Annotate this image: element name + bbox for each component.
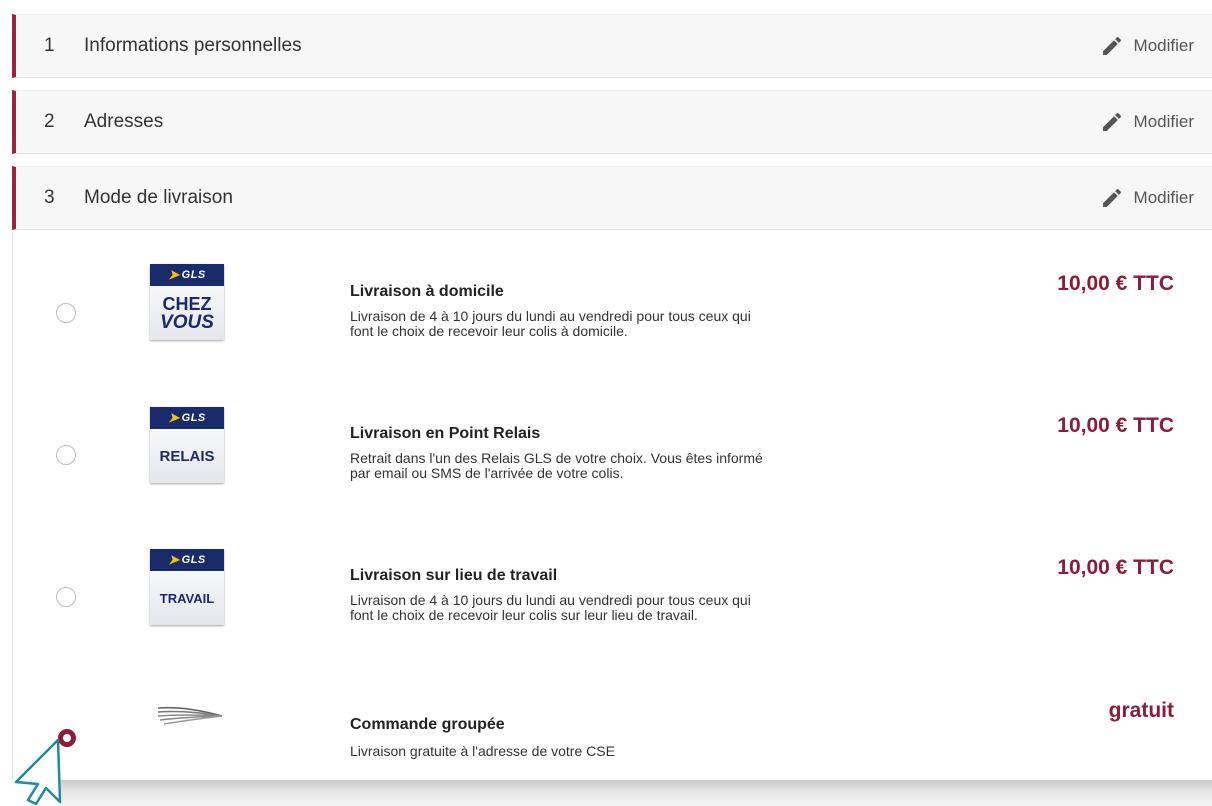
delivery-option-home[interactable]: ➤ GLS CHEZ VOUS Livraison à domicile Livr… <box>12 264 1212 364</box>
delivery-option-relay[interactable]: ➤ GLS RELAIS Livraison en Point Relais Re… <box>12 407 1212 507</box>
option-description: Livraison gratuite à l'adresse de votre … <box>350 743 615 759</box>
option-price: gratuit <box>1108 699 1174 722</box>
modify-label: Modifier <box>1133 112 1194 131</box>
mouse-pointer-icon <box>14 738 62 806</box>
gls-swoosh-icon: ➤ <box>168 552 180 567</box>
checkout-step-2: 2 Adresses Modifier <box>12 90 1212 154</box>
gls-travail-logo: ➤ GLS TRAVAIL <box>150 549 224 625</box>
modify-button[interactable]: Modifier <box>1100 186 1194 210</box>
step-title: Informations personnelles <box>84 35 302 56</box>
checkout-step-3: 3 Mode de livraison Modifier <box>12 166 1212 230</box>
delivery-radio[interactable] <box>56 587 76 607</box>
option-description: Retrait dans l'un des Relais GLS de votr… <box>350 450 763 481</box>
delivery-option-workplace[interactable]: ➤ GLS TRAVAIL Livraison sur lieu de trava… <box>12 549 1212 649</box>
step-number: 1 <box>44 35 55 56</box>
modify-button[interactable]: Modifier <box>1100 110 1194 134</box>
option-price: 10,00 € TTC <box>1057 272 1174 295</box>
modify-button[interactable]: Modifier <box>1100 34 1194 58</box>
delivery-radio[interactable] <box>56 303 76 323</box>
step-number: 2 <box>44 111 55 132</box>
gls-swoosh-icon: ➤ <box>168 267 180 282</box>
pencil-icon <box>1102 112 1121 131</box>
pencil-icon <box>1102 36 1121 55</box>
gls-relais-logo: ➤ GLS RELAIS <box>150 407 224 483</box>
modify-label: Modifier <box>1133 36 1194 55</box>
step-title: Adresses <box>84 111 164 132</box>
cse-logo-icon <box>157 706 223 725</box>
checkout-step-1: 1 Informations personnelles Modifier <box>12 14 1212 78</box>
option-title: Livraison en Point Relais <box>350 425 541 442</box>
gls-chez-vous-logo: ➤ GLS CHEZ VOUS <box>150 264 224 340</box>
pencil-icon <box>1102 188 1121 207</box>
option-title: Livraison sur lieu de travail <box>350 567 558 584</box>
option-title: Commande groupée <box>350 716 505 733</box>
step-title: Mode de livraison <box>84 187 233 208</box>
option-description: Livraison de 4 à 10 jours du lundi au ve… <box>350 592 751 623</box>
modify-label: Modifier <box>1133 188 1194 207</box>
option-price: 10,00 € TTC <box>1057 556 1174 579</box>
delivery-radio[interactable] <box>56 445 76 465</box>
step-number: 3 <box>44 187 55 208</box>
gls-swoosh-icon: ➤ <box>168 410 180 425</box>
option-description: Livraison de 4 à 10 jours du lundi au ve… <box>350 308 751 339</box>
option-price: 10,00 € TTC <box>1057 414 1174 437</box>
delivery-option-grouped[interactable]: Commande groupée Livraison gratuite à l'… <box>12 696 1212 776</box>
bottom-shadow <box>60 780 1212 806</box>
option-title: Livraison à domicile <box>350 283 504 300</box>
